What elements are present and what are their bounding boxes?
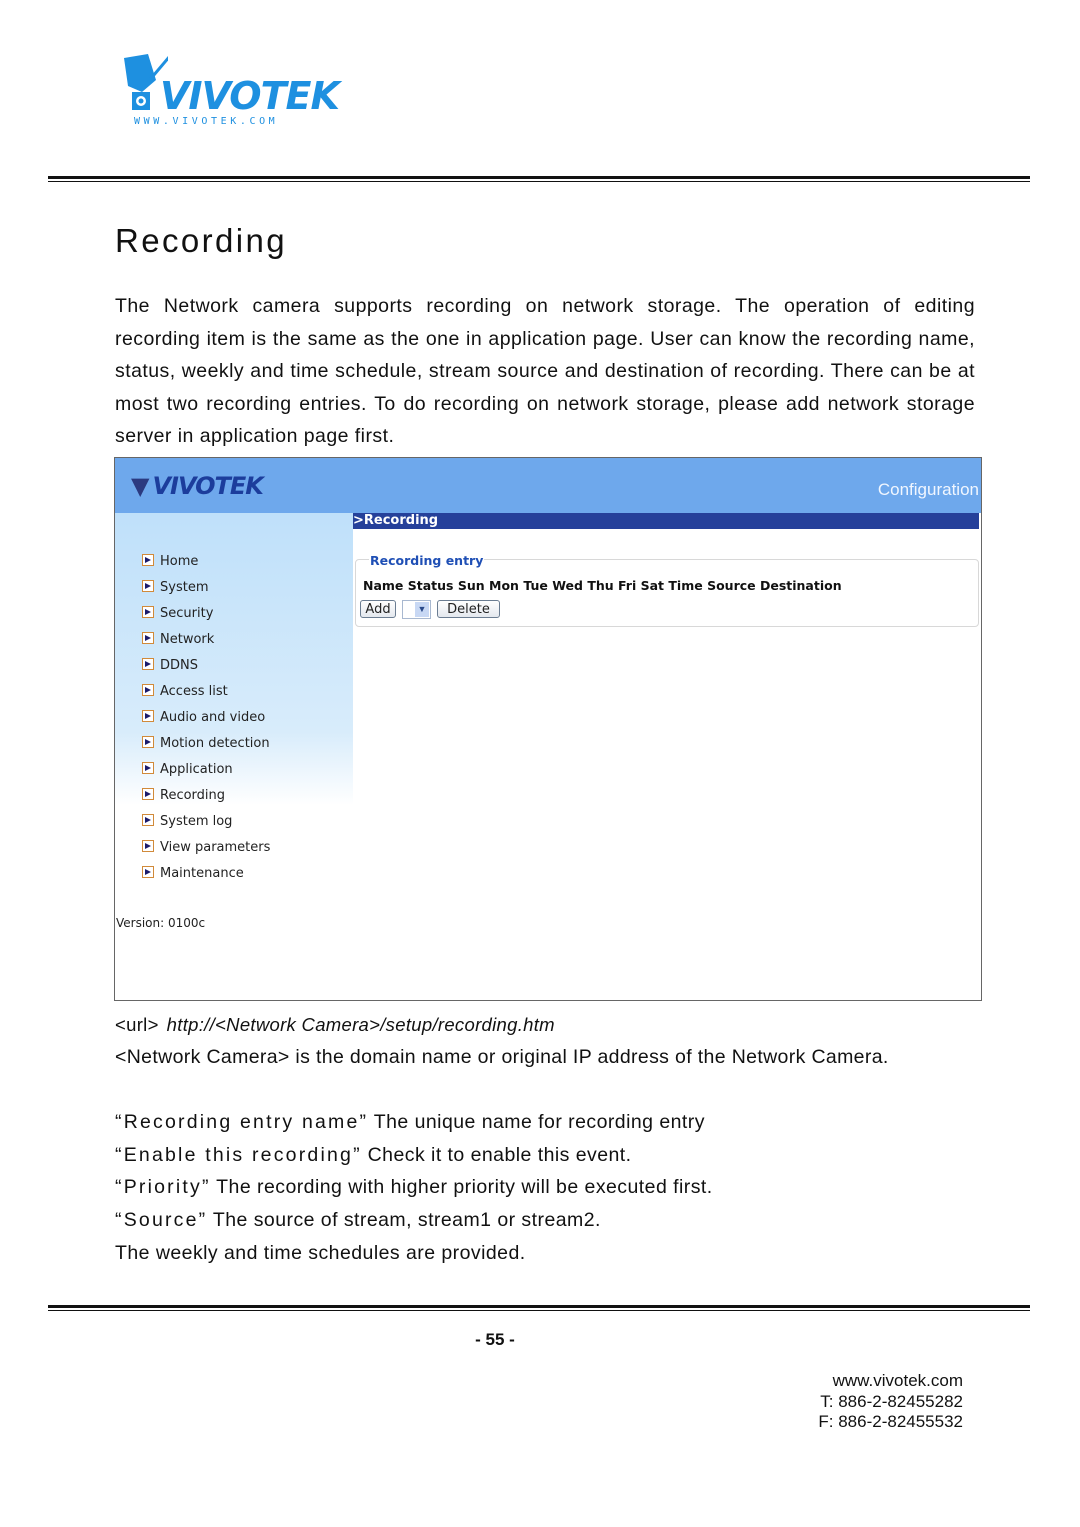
contact-info: www.vivotek.com T: 886-2-82455282 F: 886… bbox=[818, 1371, 963, 1433]
field-description: “Enable this recording” Check it to enab… bbox=[115, 1144, 632, 1167]
sidebar-item-network[interactable]: Network bbox=[142, 631, 214, 649]
recording-entry-legend: Recording entry bbox=[369, 553, 485, 568]
column-source: Source bbox=[707, 578, 756, 593]
url-value: http://<Network Camera>/setup/recording.… bbox=[166, 1014, 555, 1035]
arrow-right-icon bbox=[142, 762, 154, 774]
arrow-right-icon bbox=[142, 658, 154, 670]
sidebar-item-system-log[interactable]: System log bbox=[142, 813, 232, 831]
camera-icon: ▼ bbox=[131, 472, 149, 500]
config-header: ▼ VIVOTEK Configuration bbox=[115, 458, 981, 513]
config-title: Configuration bbox=[877, 480, 979, 499]
sidebar-item-home[interactable]: Home bbox=[142, 553, 198, 571]
field-name: “Priority” bbox=[115, 1176, 211, 1198]
add-button[interactable]: Add bbox=[360, 600, 396, 618]
field-description: “Priority” The recording with higher pri… bbox=[115, 1176, 713, 1199]
arrow-right-icon bbox=[142, 632, 154, 644]
sidebar-item-label: Network bbox=[160, 632, 215, 647]
sidebar-item-label: Home bbox=[160, 554, 199, 569]
field-description: “Recording entry name” The unique name f… bbox=[115, 1111, 705, 1134]
column-time: Time bbox=[668, 578, 703, 593]
column-sun: Sun bbox=[457, 578, 485, 593]
arrow-right-icon bbox=[142, 606, 154, 618]
sidebar-item-label: Maintenance bbox=[160, 866, 244, 881]
arrow-right-icon bbox=[142, 814, 154, 826]
url-description: <Network Camera> is the domain name or o… bbox=[115, 1046, 889, 1068]
sidebar-item-label: Recording bbox=[160, 788, 226, 803]
field-name: “Recording entry name” bbox=[115, 1111, 369, 1133]
logo-wordmark: VIVOTEK bbox=[160, 74, 340, 118]
column-tue: Tue bbox=[523, 578, 548, 593]
field-desc: The source of stream, stream1 or stream2… bbox=[207, 1209, 601, 1231]
website: www.vivotek.com bbox=[832, 1371, 963, 1390]
arrow-right-icon bbox=[142, 710, 154, 722]
sidebar-item-label: DDNS bbox=[160, 658, 198, 673]
column-wed: Wed bbox=[552, 578, 583, 593]
arrow-right-icon bbox=[142, 788, 154, 800]
sidebar-item-system[interactable]: System bbox=[142, 579, 208, 597]
page-title: Recording bbox=[115, 222, 288, 259]
fax: F: 886-2-82455532 bbox=[818, 1412, 963, 1431]
page-number: - 55 - bbox=[475, 1330, 515, 1349]
column-fri: Fri bbox=[618, 578, 637, 593]
column-mon: Mon bbox=[489, 578, 519, 593]
sidebar-item-maintenance[interactable]: Maintenance bbox=[142, 865, 244, 883]
chevron-down-icon: ▼ bbox=[415, 602, 429, 617]
sidebar-item-label: Application bbox=[160, 762, 233, 777]
field-desc: The recording with higher priority will … bbox=[210, 1176, 713, 1198]
phone: T: 886-2-82455282 bbox=[820, 1391, 963, 1411]
column-thu: Thu bbox=[587, 578, 614, 593]
sidebar-item-label: System bbox=[160, 580, 209, 595]
vivotek-logo: VIVOTEK WWW.VIVOTEK.COM bbox=[118, 52, 358, 132]
version-label: Version: 0100c bbox=[116, 916, 206, 930]
section-title-bar: >Recording bbox=[353, 513, 979, 529]
url-line: <url> http://<Network Camera>/setup/recor… bbox=[115, 1014, 555, 1036]
recording-table-header: Name Status Sun Mon Tue Wed Thu Fri Sat … bbox=[363, 578, 842, 593]
sidebar-item-ddns[interactable]: DDNS bbox=[142, 657, 198, 675]
arrow-right-icon bbox=[142, 554, 154, 566]
config-screenshot: ▼ VIVOTEK Configuration Home System Secur… bbox=[114, 457, 982, 1001]
logo-url: WWW.VIVOTEK.COM bbox=[134, 116, 279, 127]
sidebar-item-application[interactable]: Application bbox=[142, 761, 233, 779]
column-sat: Sat bbox=[640, 578, 665, 593]
sidebar-item-access-list[interactable]: Access list bbox=[142, 683, 228, 701]
sidebar-item-security[interactable]: Security bbox=[142, 605, 213, 623]
sidebar-item-motion-detection[interactable]: Motion detection bbox=[142, 735, 270, 753]
arrow-right-icon bbox=[142, 736, 154, 748]
sidebar-item-label: Audio and video bbox=[160, 710, 266, 725]
column-name: Name bbox=[363, 578, 404, 593]
sidebar-item-label: View parameters bbox=[160, 840, 271, 855]
config-logo-text: VIVOTEK bbox=[152, 472, 263, 500]
config-logo: ▼ VIVOTEK bbox=[131, 472, 264, 500]
footer-rule bbox=[48, 1305, 1030, 1311]
sidebar-item-audio-and-video[interactable]: Audio and video bbox=[142, 709, 265, 727]
field-name: “Enable this recording” bbox=[115, 1144, 362, 1166]
header-rule bbox=[48, 176, 1030, 182]
sidebar-item-label: Motion detection bbox=[160, 736, 270, 751]
column-status: Status bbox=[407, 578, 454, 593]
field-desc: Check it to enable this event. bbox=[361, 1144, 632, 1166]
column-destination: Destination bbox=[759, 578, 842, 593]
field-description: The weekly and time schedules are provid… bbox=[115, 1242, 526, 1265]
arrow-right-icon bbox=[142, 840, 154, 852]
arrow-right-icon bbox=[142, 866, 154, 878]
field-description: “Source” The source of stream, stream1 o… bbox=[115, 1209, 601, 1232]
field-desc: The unique name for recording entry bbox=[368, 1111, 705, 1133]
intro-paragraph: The Network camera supports recording on… bbox=[115, 295, 975, 448]
field-desc: The weekly and time schedules are provid… bbox=[115, 1242, 526, 1264]
sidebar-item-recording[interactable]: Recording bbox=[142, 787, 225, 805]
sidebar-item-label: System log bbox=[160, 814, 233, 829]
url-prefix: <url> bbox=[115, 1014, 159, 1035]
delete-button[interactable]: Delete bbox=[437, 600, 500, 618]
arrow-right-icon bbox=[142, 684, 154, 696]
sidebar-item-view-parameters[interactable]: View parameters bbox=[142, 839, 270, 857]
field-name: “Source” bbox=[115, 1209, 208, 1231]
arrow-right-icon bbox=[142, 580, 154, 592]
sidebar-item-label: Security bbox=[160, 606, 214, 621]
sidebar-item-label: Access list bbox=[160, 684, 228, 699]
entry-select[interactable]: ▼ bbox=[402, 600, 431, 619]
